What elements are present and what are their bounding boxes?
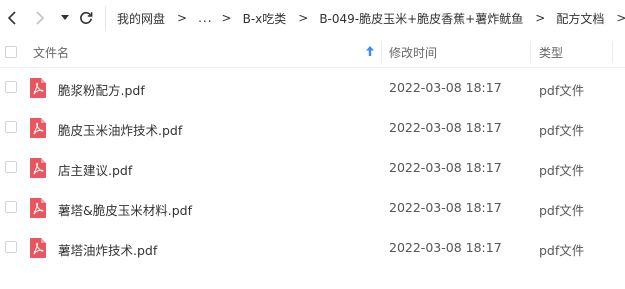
- breadcrumb-item-project[interactable]: B-049-脆皮玉米+脆皮香蕉+薯炸鱿鱼: [319, 10, 523, 27]
- file-type: pdf文件: [539, 123, 585, 138]
- file-row[interactable]: 店主建议.pdf 2022-03-08 18:17 pdf文件: [0, 148, 625, 188]
- history-dropdown-icon[interactable]: [58, 8, 72, 28]
- breadcrumb-item-root[interactable]: 我的网盘: [117, 10, 165, 27]
- file-list: 脆浆粉配方.pdf 2022-03-08 18:17 pdf文件 脆皮玉米油炸技…: [0, 68, 625, 268]
- file-type: pdf文件: [539, 163, 585, 178]
- file-row[interactable]: 脆皮玉米油炸技术.pdf 2022-03-08 18:17 pdf文件: [0, 108, 625, 148]
- toolbar-divider: [105, 6, 106, 30]
- pdf-file-icon: [30, 158, 46, 178]
- select-all-checkbox[interactable]: [5, 46, 17, 58]
- file-row[interactable]: 薯塔油炸技术.pdf 2022-03-08 18:17 pdf文件: [0, 228, 625, 268]
- file-row[interactable]: 薯塔&脆皮玉米材料.pdf 2022-03-08 18:17 pdf文件: [0, 188, 625, 228]
- file-checkbox[interactable]: [5, 121, 17, 133]
- file-checkbox[interactable]: [5, 241, 17, 253]
- pdf-file-icon: [30, 78, 46, 98]
- breadcrumb-separator: >: [221, 11, 232, 25]
- breadcrumb-separator: >: [535, 11, 546, 25]
- breadcrumb-item-ellipsis[interactable]: ...: [198, 11, 212, 25]
- file-name[interactable]: 脆浆粉配方.pdf: [58, 80, 145, 99]
- file-modified-time: 2022-03-08 18:17: [389, 160, 502, 175]
- breadcrumb-item-category[interactable]: B-x吃类: [243, 10, 287, 27]
- file-type: pdf文件: [539, 243, 585, 258]
- file-name[interactable]: 薯塔&脆皮玉米材料.pdf: [58, 200, 192, 219]
- file-modified-time: 2022-03-08 18:17: [389, 200, 502, 215]
- pdf-file-icon: [30, 198, 46, 218]
- file-name[interactable]: 脆皮玉米油炸技术.pdf: [58, 120, 182, 139]
- back-arrow-icon[interactable]: [2, 8, 22, 28]
- breadcrumb: 我的网盘 > ... > B-x吃类 > B-049-脆皮玉米+脆皮香蕉+薯炸鱿…: [117, 0, 625, 36]
- file-list-header: 文件名 修改时间 类型: [0, 37, 625, 68]
- file-checkbox[interactable]: [5, 201, 17, 213]
- breadcrumb-separator: >: [177, 11, 188, 25]
- column-header-modified[interactable]: 修改时间: [389, 44, 437, 61]
- column-divider[interactable]: [381, 41, 382, 63]
- forward-arrow-icon[interactable]: [30, 8, 50, 28]
- file-modified-time: 2022-03-08 18:17: [389, 120, 502, 135]
- breadcrumb-item-current[interactable]: 配方文档: [556, 10, 604, 27]
- file-row[interactable]: 脆浆粉配方.pdf 2022-03-08 18:17 pdf文件: [0, 68, 625, 108]
- column-divider[interactable]: [530, 41, 531, 63]
- pdf-file-icon: [30, 238, 46, 258]
- file-modified-time: 2022-03-08 18:17: [389, 80, 502, 95]
- pdf-file-icon: [30, 118, 46, 138]
- refresh-icon[interactable]: [76, 8, 96, 28]
- file-checkbox[interactable]: [5, 81, 17, 93]
- column-divider[interactable]: [612, 41, 613, 63]
- sort-ascending-icon[interactable]: [365, 45, 375, 57]
- file-type: pdf文件: [539, 83, 585, 98]
- column-header-type[interactable]: 类型: [539, 44, 563, 61]
- column-header-name[interactable]: 文件名: [33, 44, 69, 61]
- file-name[interactable]: 店主建议.pdf: [58, 160, 132, 179]
- file-name[interactable]: 薯塔油炸技术.pdf: [58, 240, 157, 259]
- file-checkbox[interactable]: [5, 161, 17, 173]
- file-type: pdf文件: [539, 203, 585, 218]
- file-modified-time: 2022-03-08 18:17: [389, 240, 502, 255]
- breadcrumb-separator: >: [298, 11, 309, 25]
- breadcrumb-separator[interactable]: >: [616, 11, 625, 25]
- navigation-toolbar: 我的网盘 > ... > B-x吃类 > B-049-脆皮玉米+脆皮香蕉+薯炸鱿…: [0, 0, 625, 36]
